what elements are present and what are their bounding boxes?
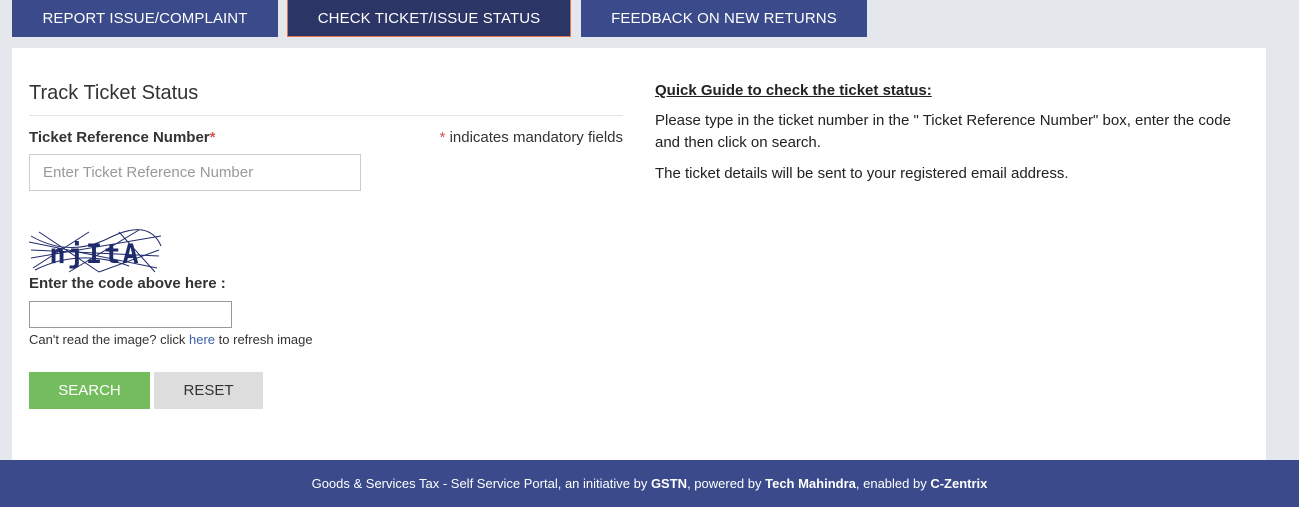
footer-text-3: , enabled by — [855, 476, 931, 491]
refresh-suffix: to refresh image — [215, 332, 313, 347]
captcha-input[interactable] — [29, 301, 232, 328]
required-asterisk: * — [209, 129, 216, 146]
footer-gstn: GSTN — [650, 476, 688, 491]
footer-czentrix: C-Zentrix — [930, 476, 988, 491]
footer-text-2: , powered by — [687, 476, 766, 491]
captcha-code: njItA — [49, 239, 140, 270]
title-divider — [29, 115, 623, 116]
footer-text: Goods & Services Tax - Self Service Port… — [312, 476, 988, 491]
reset-button[interactable]: RESET — [154, 372, 263, 409]
search-button[interactable]: SEARCH — [29, 372, 150, 409]
quick-guide-note: The ticket details will be sent to your … — [655, 165, 1069, 182]
refresh-captcha-link[interactable]: here — [189, 332, 215, 347]
quick-guide-title: Quick Guide to check the ticket status: — [655, 82, 932, 99]
refresh-captcha-line: Can't read the image? click here to refr… — [29, 332, 313, 347]
quick-guide-step: Please type in the ticket number in the … — [655, 112, 1231, 151]
captcha-label: Enter the code above here : — [29, 275, 226, 292]
tab-check-ticket-status[interactable]: CHECK TICKET/ISSUE STATUS — [287, 0, 571, 37]
tab-feedback-new-returns[interactable]: FEEDBACK ON NEW RETURNS — [581, 0, 867, 37]
tab-bar: REPORT ISSUE/COMPLAINT CHECK TICKET/ISSU… — [0, 0, 1299, 37]
ticket-reference-input[interactable] — [29, 154, 361, 191]
ticket-reference-label-text: Ticket Reference Number — [29, 129, 210, 146]
footer-tech-mahindra: Tech Mahindra — [765, 476, 856, 491]
mandatory-note-text: indicates mandatory fields — [445, 129, 623, 146]
tab-report-issue[interactable]: REPORT ISSUE/COMPLAINT — [12, 0, 278, 37]
footer-text-1: Goods & Services Tax - Self Service Port… — [311, 476, 651, 491]
page-title: Track Ticket Status — [29, 82, 199, 104]
main-card: Track Ticket Status Ticket Reference Num… — [12, 48, 1266, 460]
ticket-reference-label: Ticket Reference Number* — [29, 129, 215, 146]
mandatory-note: * indicates mandatory fields — [440, 129, 623, 146]
footer: Goods & Services Tax - Self Service Port… — [0, 460, 1299, 507]
captcha-image: njItA — [29, 228, 162, 273]
refresh-prefix: Can't read the image? click — [29, 332, 190, 347]
